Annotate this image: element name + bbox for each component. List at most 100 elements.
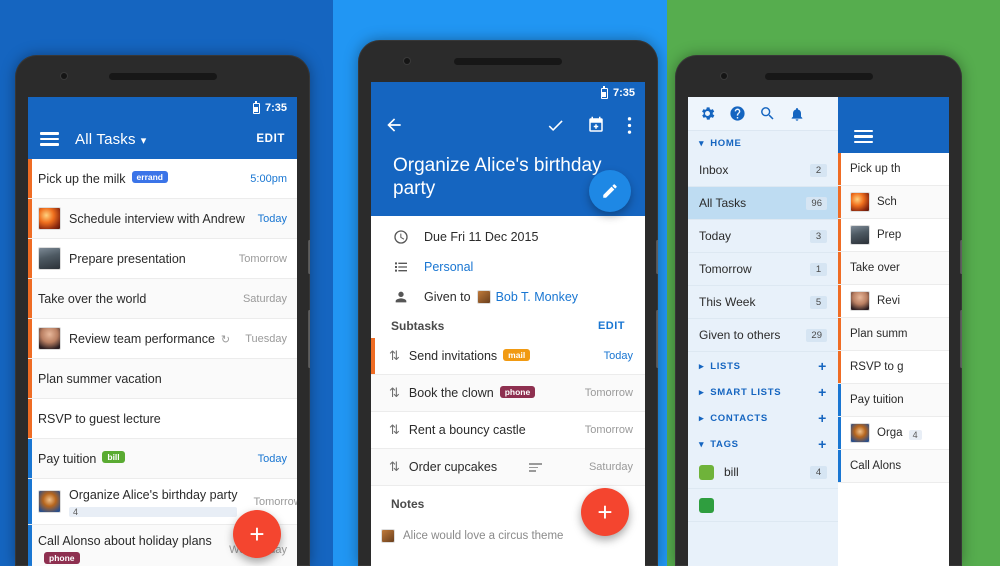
task-row[interactable]: Schedule interview with Andrew Today [28, 199, 297, 239]
volume-button[interactable] [308, 310, 310, 368]
peek-app-bar [838, 97, 949, 153]
drawer-item-count: 29 [806, 328, 827, 342]
page-title[interactable]: All Tasks ▾ [75, 131, 146, 148]
peek-task-row[interactable]: Revi [838, 285, 949, 318]
drawer-icon-bar [688, 97, 838, 131]
subtask-row[interactable]: ⇅ Send invitations mail Today [371, 338, 645, 376]
peek-task-row[interactable]: Plan summ [838, 318, 949, 351]
add-icon[interactable]: + [818, 385, 827, 399]
power-button[interactable] [656, 240, 658, 274]
gear-icon[interactable] [699, 105, 716, 122]
peek-task-row[interactable]: Pick up th [838, 153, 949, 186]
task-tag[interactable]: bill [102, 451, 125, 464]
drawer-item-count: 96 [806, 196, 827, 210]
peek-task-title: Orga [877, 427, 903, 439]
promote-subtask-icon[interactable]: ⇅ [389, 385, 400, 401]
task-row[interactable]: Pay tuition bill Today [28, 439, 297, 479]
subtask-row[interactable]: ⇅ Order cupcakes Saturday [371, 449, 645, 487]
drawer-item-tomorrow[interactable]: Tomorrow 1 [688, 253, 838, 286]
drawer-group-smart-lists[interactable]: ▸ SMART LISTS + [688, 378, 838, 404]
task-row[interactable]: Plan summer vacation [28, 359, 297, 399]
peek-task-row[interactable]: Pay tuition [838, 384, 949, 417]
drawer-tag-item[interactable] [688, 489, 838, 522]
add-subtask-fab[interactable]: + [581, 488, 629, 536]
drawer-group-lists[interactable]: ▸ LISTS + [688, 352, 838, 378]
chevron-right-icon: ▸ [699, 412, 705, 423]
peek-task-row[interactable]: Prep [838, 219, 949, 252]
promote-subtask-icon[interactable]: ⇅ [389, 459, 400, 475]
add-icon[interactable]: + [818, 437, 827, 451]
task-row[interactable]: Take over the world Saturday [28, 279, 297, 319]
drawer-item-today[interactable]: Today 3 [688, 220, 838, 253]
task-list-peek: Pick up th Sch Prep Take over Revi Plan summ R… [838, 97, 949, 566]
power-button[interactable] [308, 240, 310, 274]
phone-device-3: Pick up th Sch Prep Take over Revi Plan summ R… [675, 55, 962, 566]
task-accent-bar [28, 159, 32, 198]
checkmark-icon[interactable] [546, 116, 565, 135]
hamburger-menu-icon[interactable] [40, 132, 59, 146]
meta-row-due[interactable]: Due Fri 11 Dec 2015 [371, 222, 645, 252]
hamburger-menu-icon[interactable] [854, 129, 873, 143]
meta-row-list[interactable]: Personal [371, 252, 645, 282]
task-row[interactable]: RSVP to guest lecture [28, 399, 297, 439]
peek-task-row[interactable]: Orga 4 [838, 417, 949, 450]
drawer-item-inbox[interactable]: Inbox 2 [688, 154, 838, 187]
status-time: 7:35 [612, 87, 635, 99]
peek-task-row[interactable]: Take over [838, 252, 949, 285]
subtask-tag[interactable]: mail [503, 349, 531, 362]
task-title: Review team performance [69, 331, 215, 346]
bell-icon[interactable] [789, 106, 805, 122]
drawer-group-contacts[interactable]: ▸ CONTACTS + [688, 404, 838, 430]
subtask-row[interactable]: ⇅ Book the clown phone Tomorrow [371, 375, 645, 413]
subtask-count-badge: 4 [69, 507, 238, 517]
assignee-name-link[interactable]: Bob T. Monkey [496, 290, 578, 304]
drawer-item-given-to-others[interactable]: Given to others 29 [688, 319, 838, 352]
edit-button[interactable]: EDIT [256, 133, 285, 145]
drawer-group-home[interactable]: ▾ HOME [688, 131, 838, 154]
list-name-link[interactable]: Personal [424, 260, 473, 274]
peek-task-row[interactable]: Sch [838, 186, 949, 219]
task-row[interactable]: Prepare presentation Tomorrow [28, 239, 297, 279]
subtasks-edit-button[interactable]: EDIT [598, 320, 625, 332]
back-arrow-icon[interactable] [384, 115, 404, 135]
task-title: RSVP to guest lecture [38, 411, 161, 426]
marketing-screenshot-strip: 7:35 All Tasks ▾ EDIT Pick up the milk err… [0, 0, 1000, 566]
power-button[interactable] [960, 240, 962, 274]
chevron-right-icon: ▸ [699, 386, 705, 397]
front-camera-icon [61, 73, 67, 79]
tag-color-swatch [699, 464, 714, 480]
task-avatar [38, 490, 61, 513]
task-row[interactable]: Pick up the milk errand 5:00pm [28, 159, 297, 199]
task-row[interactable]: Review team performance ↻ Tuesday [28, 319, 297, 359]
volume-button[interactable] [656, 310, 658, 368]
search-icon[interactable] [759, 105, 776, 122]
meta-row-assignee[interactable]: Given to Bob T. Monkey [371, 282, 645, 312]
drawer-item-all-tasks[interactable]: All Tasks 96 [688, 187, 838, 220]
phone-bezel-top [358, 40, 658, 82]
add-task-fab[interactable]: + [233, 510, 281, 558]
edit-task-fab[interactable] [589, 170, 631, 212]
volume-button[interactable] [960, 310, 962, 368]
peek-task-row[interactable]: RSVP to g [838, 351, 949, 384]
promote-subtask-icon[interactable]: ⇅ [389, 348, 400, 364]
drawer-item-label: Given to others [699, 328, 781, 342]
drawer-group-label: LISTS [710, 360, 741, 372]
add-icon[interactable]: + [818, 359, 827, 373]
subtask-due-label: Tomorrow [584, 424, 633, 437]
task-tag[interactable]: phone [44, 551, 80, 564]
assignee-avatar [476, 290, 491, 305]
subtasks-header-label: Subtasks [391, 319, 445, 334]
subtask-row[interactable]: ⇅ Rent a bouncy castle Tomorrow [371, 412, 645, 450]
overflow-menu-icon[interactable] [627, 116, 632, 135]
subtask-tag[interactable]: phone [499, 386, 536, 399]
battery-icon [600, 85, 608, 99]
task-tag[interactable]: errand [131, 171, 168, 184]
peek-task-row[interactable]: Call Alons [838, 450, 949, 483]
drawer-group-tags[interactable]: ▾ TAGS + [688, 430, 838, 456]
calendar-add-icon[interactable] [587, 116, 605, 134]
promote-subtask-icon[interactable]: ⇅ [389, 422, 400, 438]
drawer-tag-item[interactable]: bill 4 [688, 456, 838, 489]
drawer-item-this-week[interactable]: This Week 5 [688, 286, 838, 319]
help-icon[interactable] [729, 105, 746, 122]
add-icon[interactable]: + [818, 411, 827, 425]
